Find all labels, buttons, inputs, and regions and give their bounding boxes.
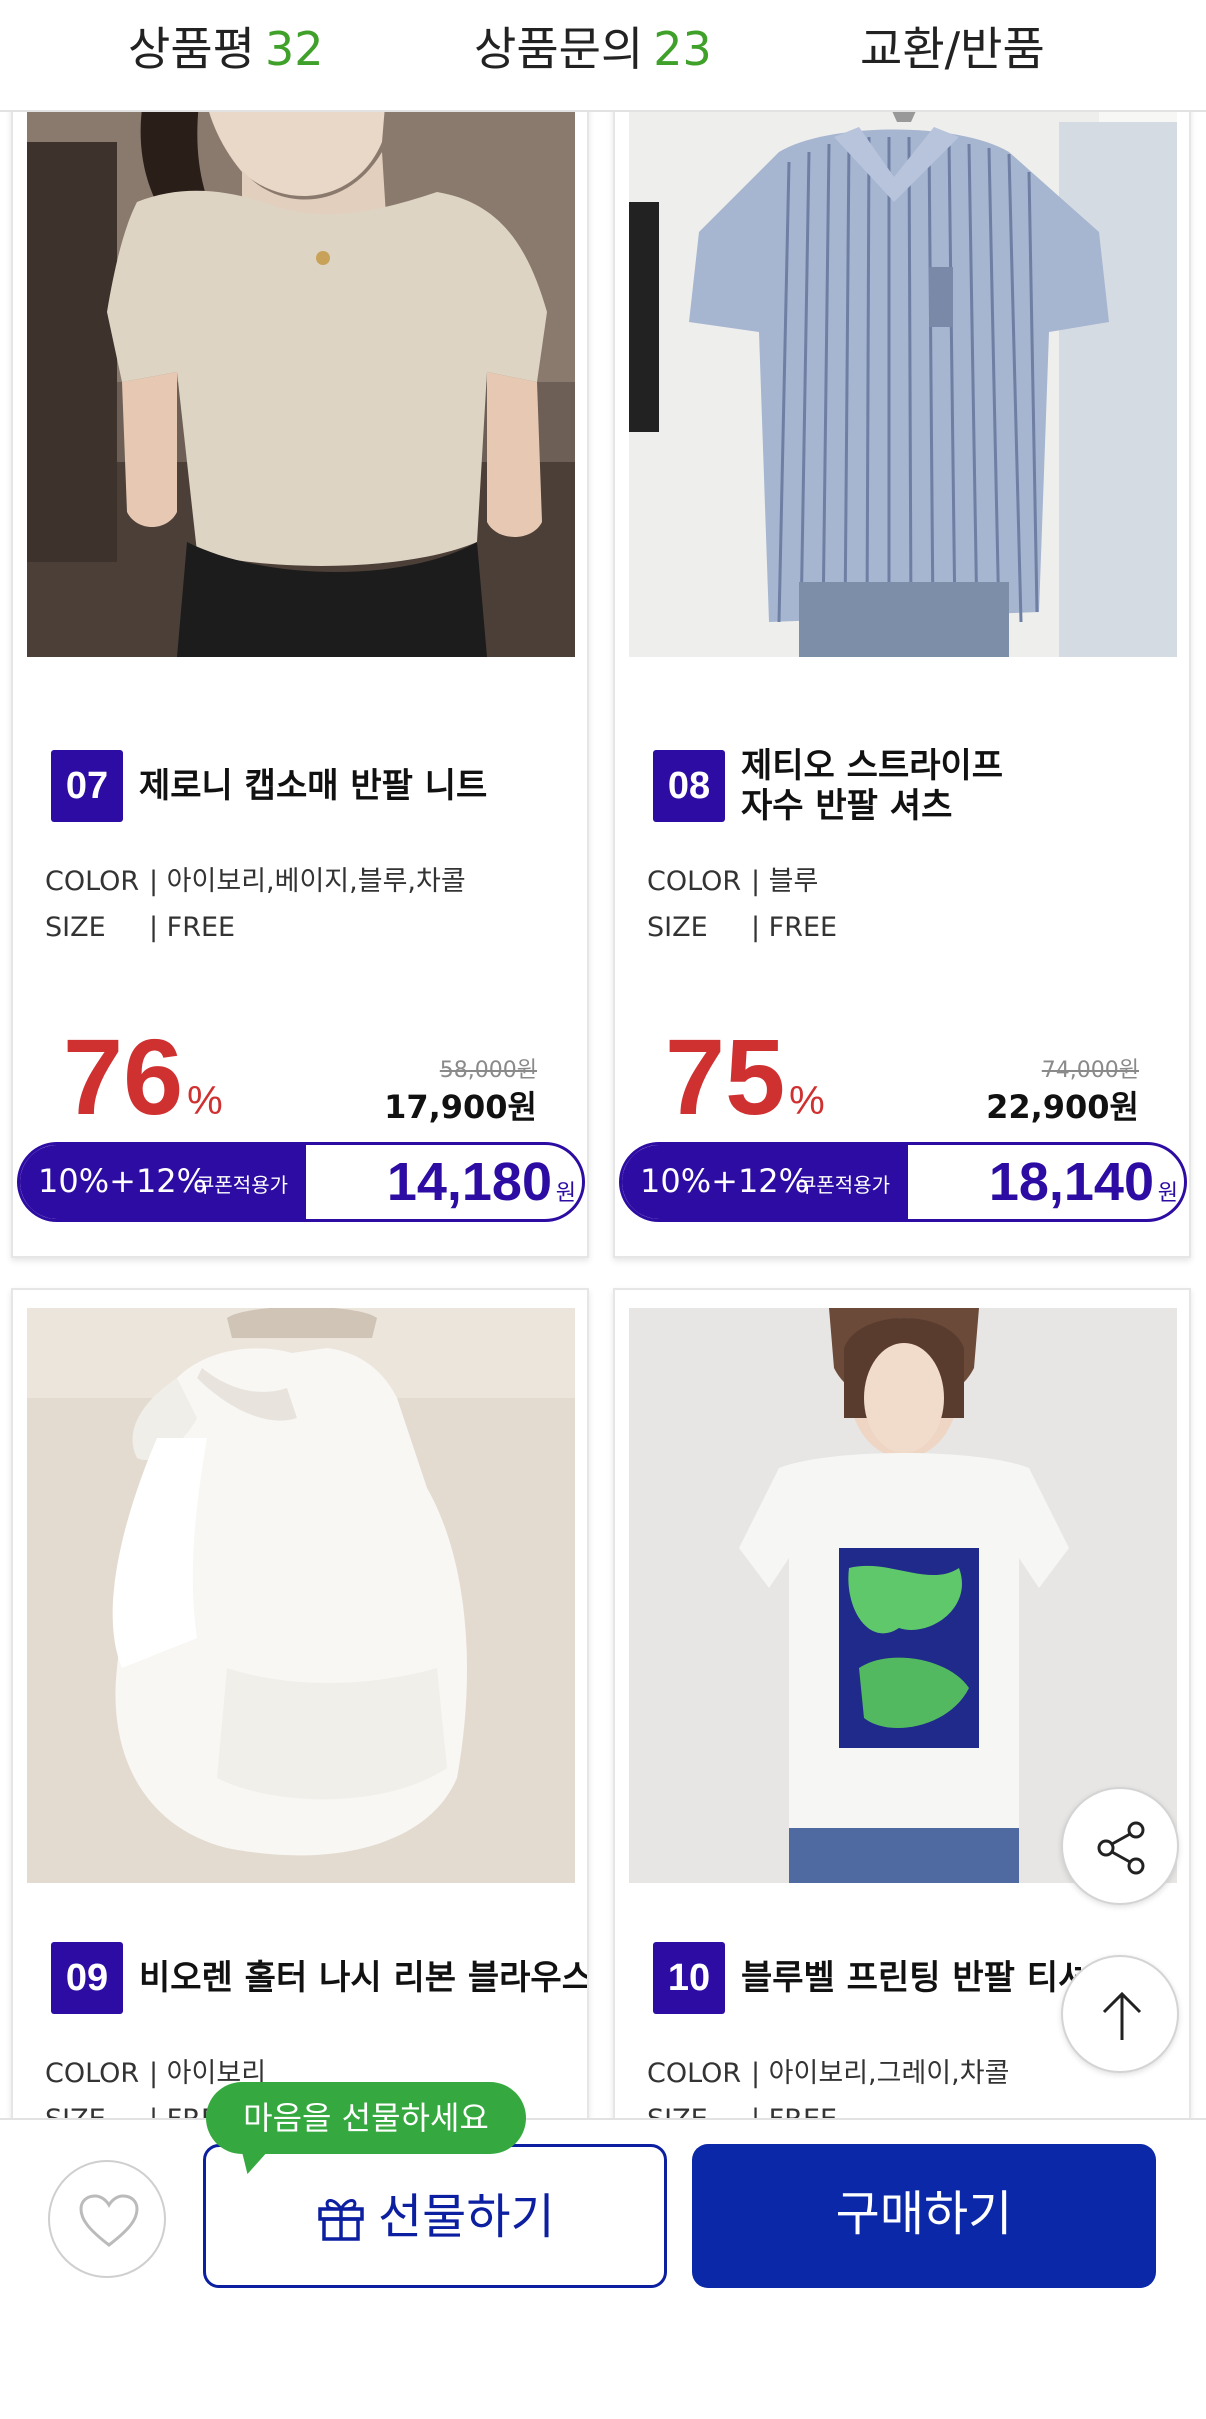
gift-button-label: 선물하기 [378, 2189, 555, 2245]
product-name[interactable]: 제티오 스트라이프 자수 반팔 셔츠 [741, 746, 1189, 826]
size-label: SIZE [647, 912, 708, 943]
discount-unit: % [187, 1079, 223, 1123]
arrow-up-icon [1102, 1991, 1142, 2040]
rank-badge: 09 [51, 1942, 123, 2014]
discount-value: 76 [63, 1016, 184, 1137]
coupon-tag: 쿠폰적용가 [196, 1173, 288, 1197]
color-label: COLOR [45, 866, 140, 897]
tab-inquiries[interactable]: 상품문의 23 [474, 14, 712, 84]
coupon-tag: 쿠폰적용가 [798, 1173, 890, 1197]
product-card[interactable]: 08 제티오 스트라이프 자수 반팔 셔츠 COLOR | 블루 SIZE | FR… [613, 80, 1191, 1258]
product-size-spec: SIZE | FREE [45, 908, 235, 948]
buy-button-label: 구매하기 [835, 2186, 1013, 2242]
scroll-top-button[interactable] [1061, 1955, 1179, 2073]
discount-value: 75 [665, 1016, 786, 1137]
coupon-price: 18,140 [988, 1152, 1154, 1212]
original-price: 58,000원 [439, 1058, 537, 1083]
product-name[interactable]: 비오렌 홀터 나시 리본 블라우스 [139, 1958, 587, 1998]
size-value: | FREE [149, 912, 236, 943]
product-card[interactable]: 09 비오렌 홀터 나시 리본 블라우스 COLOR| 아이보리 SIZE| F… [11, 1288, 589, 2188]
bottom-action-bar: 선물하기 구매하기 [0, 2118, 1206, 2419]
like-button[interactable] [48, 2160, 166, 2278]
tab-inquiries-count: 23 [653, 22, 712, 76]
discount-rate: 76% [63, 1022, 223, 1156]
buy-button[interactable]: 구매하기 [692, 2144, 1156, 2288]
product-image-white-halter-blouse[interactable] [27, 1308, 575, 1883]
gift-icon [318, 2199, 364, 2241]
coupon-price-unit: 원 [1157, 1181, 1178, 1206]
sale-price: 17,900원 [384, 1088, 537, 1126]
tab-exchange-return-label: 교환/반품 [860, 22, 1045, 76]
discount-unit: % [789, 1079, 825, 1123]
gift-button[interactable]: 선물하기 [203, 2144, 667, 2288]
product-color-spec: COLOR | 아이보리,베이지,블루,차콜 [45, 862, 466, 902]
coupon-price-unit: 원 [555, 1181, 576, 1206]
coupon-price: 14,180 [386, 1152, 552, 1212]
rank-badge: 07 [51, 750, 123, 822]
product-name[interactable]: 제로니 캡소매 반팔 니트 [139, 766, 587, 806]
size-value: | FREE [751, 912, 838, 943]
gift-tooltip-bubble: 마음을 선물하세요 [206, 2082, 526, 2154]
product-image-beige-knit[interactable] [27, 82, 575, 657]
coupon-rate: 10%+12% [38, 1162, 208, 1200]
rank-badge: 08 [653, 750, 725, 822]
product-size-spec: SIZE | FREE [647, 908, 837, 948]
coupon-price-bar[interactable]: 10%+12% 쿠폰적용가 14,180 원 [17, 1142, 585, 1222]
product-image-blue-striped-shirt[interactable] [629, 82, 1177, 657]
coupon-rate: 10%+12% [640, 1162, 810, 1200]
review-tab-bar: 상품평 32 상품문의 23 교환/반품 [0, 0, 1206, 112]
discount-rate: 75% [665, 1022, 825, 1156]
color-value: | 아이보리,그레이,차콜 [751, 2058, 1010, 2089]
product-color-spec: COLOR | 블루 [647, 862, 818, 902]
coupon-price-bar[interactable]: 10%+12% 쿠폰적용가 18,140 원 [619, 1142, 1187, 1222]
tab-reviews-count: 32 [264, 22, 324, 76]
tab-inquiries-label: 상품문의 [474, 22, 644, 76]
tab-reviews-label: 상품평 [128, 22, 255, 76]
rank-badge: 10 [653, 1942, 725, 2014]
coupon-rate-panel: 10%+12% 쿠폰적용가 [622, 1145, 908, 1219]
original-price: 74,000원 [1041, 1058, 1139, 1083]
color-label: COLOR [45, 2058, 140, 2089]
color-label: COLOR [647, 2058, 742, 2089]
tab-exchange-return[interactable]: 교환/반품 [860, 14, 1045, 84]
product-card[interactable]: 07 제로니 캡소매 반팔 니트 COLOR | 아이보리,베이지,블루,차콜 S… [11, 80, 589, 1258]
color-value: | 블루 [751, 866, 819, 897]
tab-reviews[interactable]: 상품평 32 [128, 14, 324, 84]
size-label: SIZE [45, 912, 106, 943]
product-name[interactable]: 블루벨 프린팅 반팔 티셔츠 [741, 1958, 1081, 1998]
heart-icon [79, 2194, 139, 2247]
share-icon [1097, 1821, 1145, 1875]
product-color-spec: COLOR | 아이보리,그레이,차콜 [647, 2054, 1009, 2094]
color-value: | 아이보리,베이지,블루,차콜 [149, 866, 466, 897]
coupon-rate-panel: 10%+12% 쿠폰적용가 [20, 1145, 306, 1219]
sale-price: 22,900원 [986, 1088, 1139, 1126]
color-label: COLOR [647, 866, 742, 897]
share-button[interactable] [1061, 1787, 1179, 1905]
